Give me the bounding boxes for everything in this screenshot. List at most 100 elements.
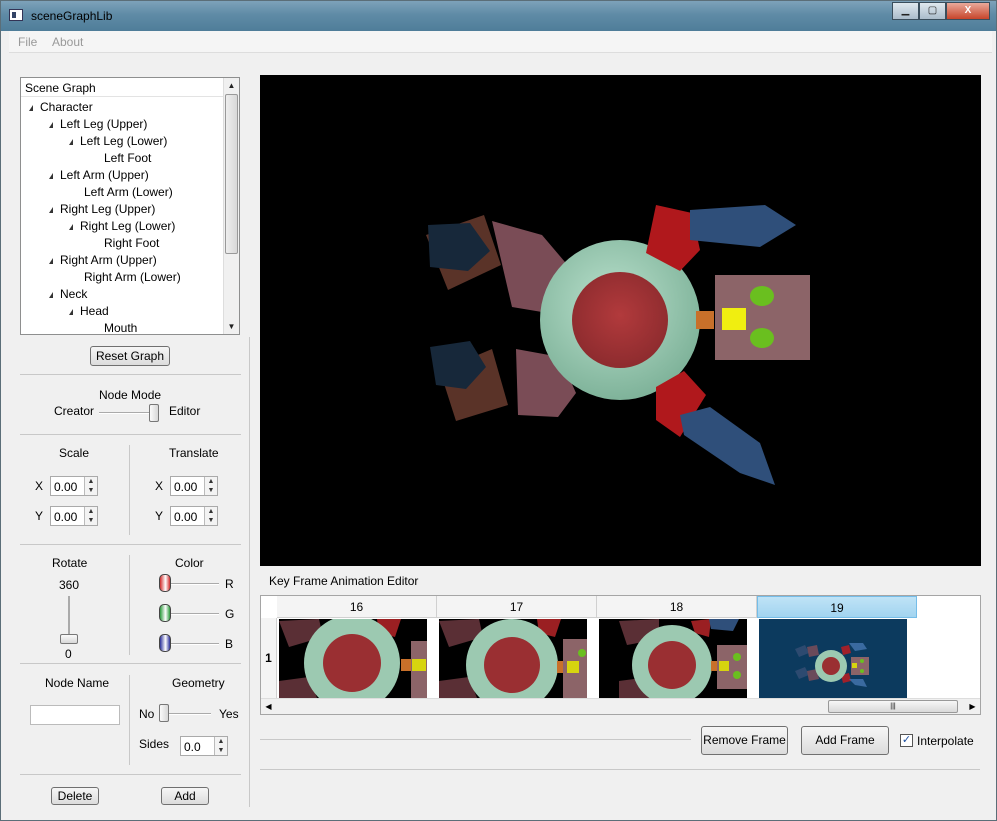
- menu-file[interactable]: File: [18, 35, 37, 49]
- remove-frame-button[interactable]: Remove Frame: [701, 726, 788, 755]
- spin-down-icon[interactable]: ▼: [215, 746, 227, 755]
- column-header-18[interactable]: 18: [597, 596, 757, 618]
- divider: [260, 739, 691, 740]
- scale-y-value: 0.00: [54, 510, 78, 524]
- tree-item-label: Right Arm (Lower): [84, 270, 181, 284]
- tree-scrollbar[interactable]: ▲ ▼: [223, 78, 239, 334]
- expand-arrow-icon[interactable]: [49, 172, 53, 179]
- keyframe-thumbnail[interactable]: [439, 619, 587, 698]
- add-button[interactable]: Add: [161, 787, 209, 805]
- panel-splitter[interactable]: [249, 337, 250, 807]
- reset-graph-button[interactable]: Reset Graph: [90, 346, 170, 366]
- expand-arrow-icon[interactable]: [49, 121, 53, 128]
- node-name-title: Node Name: [45, 676, 110, 690]
- spin-up-icon[interactable]: ▲: [85, 507, 97, 516]
- translate-x-value: 0.00: [174, 480, 198, 494]
- spin-up-icon[interactable]: ▲: [205, 477, 217, 486]
- title-bar[interactable]: sceneGraphLib ▁ ▢ X: [1, 1, 996, 31]
- tree-item[interactable]: Right Arm (Lower): [84, 269, 181, 286]
- 3d-viewport[interactable]: [260, 75, 981, 566]
- menu-bar: File About: [9, 31, 992, 53]
- delete-button[interactable]: Delete: [51, 787, 99, 805]
- tree-item[interactable]: Head: [69, 303, 109, 320]
- spin-up-icon[interactable]: ▲: [215, 737, 227, 746]
- scene-graph-tree[interactable]: Scene Graph Character Left Leg (Upper) Lef…: [20, 77, 240, 335]
- tree-item-label: Neck: [60, 287, 88, 301]
- spin-down-icon[interactable]: ▼: [85, 516, 97, 525]
- keyframe-table[interactable]: 1 16 17 18 19 ◀ ||| ▶: [260, 595, 981, 715]
- add-frame-button[interactable]: Add Frame: [801, 726, 889, 755]
- tree-item[interactable]: Neck: [49, 286, 87, 303]
- rotate-max-label: 360: [59, 578, 80, 592]
- tree-item[interactable]: Left Leg (Upper): [49, 116, 147, 133]
- translate-x-spinbox[interactable]: 0.00 ▲ ▼: [170, 476, 218, 496]
- tree-item[interactable]: Right Arm (Upper): [49, 252, 157, 269]
- keyframe-thumbnail[interactable]: [279, 619, 427, 698]
- color-b-slider[interactable]: [159, 634, 171, 652]
- column-header-19[interactable]: 19: [757, 596, 917, 618]
- spin-up-icon[interactable]: ▲: [85, 477, 97, 486]
- expand-arrow-icon[interactable]: [69, 138, 73, 145]
- scroll-right-icon[interactable]: ▶: [965, 699, 980, 714]
- divider: [20, 544, 241, 545]
- tree-item[interactable]: Right Leg (Upper): [49, 201, 155, 218]
- tree-item-label: Left Leg (Lower): [80, 134, 168, 148]
- app-icon: [9, 9, 23, 21]
- tree-item[interactable]: Left Arm (Lower): [84, 184, 173, 201]
- spin-up-icon[interactable]: ▲: [205, 507, 217, 516]
- expand-arrow-icon[interactable]: [69, 308, 73, 315]
- scale-x-spinbox[interactable]: 0.00 ▲ ▼: [50, 476, 98, 496]
- row-header[interactable]: 1: [261, 618, 277, 698]
- tree-item[interactable]: Left Arm (Upper): [49, 167, 149, 184]
- keyframe-scroll-thumb[interactable]: |||: [828, 700, 958, 713]
- keyframe-thumbnail[interactable]: [759, 619, 907, 698]
- menu-about[interactable]: About: [52, 35, 83, 49]
- spin-down-icon[interactable]: ▼: [205, 486, 217, 495]
- spin-down-icon[interactable]: ▼: [205, 516, 217, 525]
- close-button[interactable]: X: [946, 2, 990, 20]
- tree-item[interactable]: Right Leg (Lower): [69, 218, 175, 235]
- sides-spinbox[interactable]: 0.0 ▲ ▼: [180, 736, 228, 756]
- window-title: sceneGraphLib: [31, 9, 113, 23]
- color-title: Color: [175, 556, 204, 570]
- scroll-down-icon[interactable]: ▼: [224, 319, 239, 334]
- divider: [20, 374, 241, 375]
- minimize-button[interactable]: ▁: [892, 2, 919, 20]
- expand-arrow-icon[interactable]: [49, 291, 53, 298]
- interpolate-checkbox[interactable]: ✓: [900, 734, 913, 747]
- tree-item[interactable]: Mouth: [104, 320, 137, 334]
- maximize-button[interactable]: ▢: [919, 2, 946, 20]
- scale-x-label: X: [35, 479, 44, 493]
- keyframe-scrollbar[interactable]: ◀ ||| ▶: [261, 698, 980, 714]
- column-header-16[interactable]: 16: [277, 596, 437, 618]
- scale-y-spinbox[interactable]: 0.00 ▲ ▼: [50, 506, 98, 526]
- tree-scroll-thumb[interactable]: [225, 94, 238, 254]
- keyframe-thumbnail[interactable]: [599, 619, 747, 698]
- tree-item[interactable]: Left Leg (Lower): [69, 133, 167, 150]
- rotate-slider[interactable]: [60, 634, 78, 644]
- divider: [20, 663, 241, 664]
- spin-down-icon[interactable]: ▼: [85, 486, 97, 495]
- tree-item[interactable]: Right Foot: [104, 235, 159, 252]
- tree-item[interactable]: Left Foot: [104, 150, 151, 167]
- scale-y-label: Y: [35, 509, 44, 523]
- expand-arrow-icon[interactable]: [69, 223, 73, 230]
- interpolate-label: Interpolate: [917, 734, 974, 748]
- divider: [260, 769, 980, 770]
- color-g-slider[interactable]: [159, 604, 171, 622]
- geometry-slider[interactable]: [159, 704, 169, 722]
- translate-y-value: 0.00: [174, 510, 198, 524]
- scroll-up-icon[interactable]: ▲: [224, 78, 239, 93]
- column-header-17[interactable]: 17: [437, 596, 597, 618]
- tree-item-label: Right Leg (Upper): [60, 202, 156, 216]
- geometry-title: Geometry: [172, 676, 225, 690]
- node-mode-slider[interactable]: [149, 404, 159, 422]
- scroll-left-icon[interactable]: ◀: [261, 699, 276, 714]
- node-name-input[interactable]: [30, 705, 120, 725]
- expand-arrow-icon[interactable]: [29, 104, 33, 111]
- expand-arrow-icon[interactable]: [49, 206, 53, 213]
- tree-item[interactable]: Character: [29, 99, 93, 116]
- translate-y-spinbox[interactable]: 0.00 ▲ ▼: [170, 506, 218, 526]
- expand-arrow-icon[interactable]: [49, 257, 53, 264]
- color-r-slider[interactable]: [159, 574, 171, 592]
